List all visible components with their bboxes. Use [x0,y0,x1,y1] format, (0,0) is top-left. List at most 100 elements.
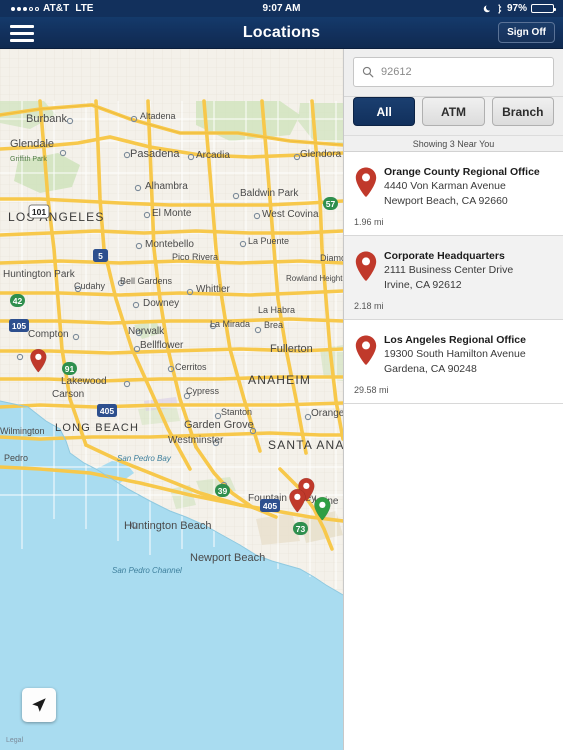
map-pin-icon [354,166,378,203]
map-city-label: Alhambra [145,181,188,192]
results-count-label: Showing 3 Near You [344,135,563,152]
filter-branch-button[interactable]: Branch [491,97,554,126]
highway-shield-73: 73 [293,522,308,535]
location-distance: 2.18 mi [354,301,384,312]
map-city-label: Lakewood [61,376,107,387]
search-input[interactable]: 92612 [353,57,554,87]
page-title: Locations [242,24,321,41]
highway-shield-405: 405 [260,499,280,512]
search-input-value: 92612 [381,66,412,78]
map-city-label: Newport Beach [190,552,265,564]
location-details: Corporate Headquarters 2111 Business Cent… [384,248,553,292]
map-city-label: Stanton [221,407,252,417]
map-pin-icon [354,250,378,287]
navigation-arrow-icon [32,698,46,712]
location-distance: 1.96 mi [354,217,384,228]
location-distance: 29.58 mi [354,385,389,396]
map-city-label: Carson [52,389,84,400]
svg-text:105: 105 [12,321,26,331]
map-city-label: Arcadia [196,150,230,161]
map-city-label: Rowland Heights [286,274,343,283]
map-city-label: La Habra [258,305,295,315]
map-city-label: Norwalk [128,326,165,337]
highway-shield-101: 101 [28,204,50,219]
filter-all-button[interactable]: All [353,97,416,126]
location-name: Corporate Headquarters [384,250,505,262]
map-city-label: Fullerton [270,343,313,355]
location-address-line2: Gardena, CA 90248 [384,362,477,375]
locations-list[interactable]: Orange County Regional Office 4440 Von Ka… [344,152,563,404]
map-city-label: San Pedro Channel [112,566,182,575]
map-city-label: Bell Gardens [120,276,173,286]
map-city-label: Cudahy [74,281,106,291]
svg-text:73: 73 [296,524,306,534]
map-city-label: Bellflower [140,340,184,351]
map-city-label: Cerritos [175,362,207,372]
map-city-label: Brea [264,320,283,330]
location-name: Los Angeles Regional Office [384,334,526,346]
location-list-item[interactable]: Los Angeles Regional Office 19300 South H… [344,320,563,404]
svg-text:91: 91 [65,364,75,374]
map-city-label: Diamond [320,253,343,263]
location-address-line1: 4440 Von Karman Avenue [384,180,506,193]
location-list-item[interactable]: Corporate Headquarters 2111 Business Cent… [344,236,563,320]
map-view[interactable]: Burbank Altadena Glendale Pasadena Arcadia Gl… [0,49,343,750]
map-city-label: Montebello [145,239,194,250]
map-city-label: Pedro [4,453,28,463]
highway-shield-105: 105 [9,319,29,332]
svg-text:101: 101 [32,207,46,217]
clock-label: 9:07 AM [262,3,301,14]
map-city-label: Glendale [10,138,54,150]
locate-me-button[interactable] [22,688,56,722]
svg-text:39: 39 [218,486,228,496]
highway-shield-5: 5 [93,249,108,262]
map-city-label: Downey [143,298,179,309]
bluetooth-icon [497,3,502,14]
highway-shield-405: 405 [97,404,117,417]
map-city-label: SANTA ANA [268,438,343,452]
location-address-line2: Irvine, CA 92612 [384,278,462,291]
map-city-label: Pico Rivera [172,252,218,262]
status-bar-right: 97% [483,3,556,14]
map-pin-icon [354,334,378,371]
map-city-label: Griffith Park [10,156,47,163]
search-section: 92612 [344,49,563,97]
map-city-label: Westminster [168,435,224,446]
navigation-bar: Locations Sign Off [0,17,563,49]
map-city-label: Glendora [300,149,342,160]
map-city-label: LOS ANGELES [8,210,105,224]
map-city-label: Huntington Park [3,269,76,280]
map-city-label: Orange [311,408,343,419]
svg-text:405: 405 [100,406,114,416]
location-details: Orange County Regional Office 4440 Von Ka… [384,164,553,208]
map-city-label: Baldwin Park [240,188,299,199]
map-city-label: San Pedro Bay [117,454,172,463]
location-list-item[interactable]: Orange County Regional Office 4440 Von Ka… [344,152,563,236]
location-name: Orange County Regional Office [384,166,540,178]
battery-icon [531,4,556,13]
highway-shield-42: 42 [10,294,25,307]
filter-atm-button[interactable]: ATM [422,97,485,126]
map-city-label: Compton [28,329,69,340]
location-details: Los Angeles Regional Office 19300 South H… [384,332,553,376]
map-canvas[interactable]: Burbank Altadena Glendale Pasadena Arcadia Gl… [0,49,343,750]
battery-percent-label: 97% [506,3,527,14]
locations-panel: 92612 All ATM Branch Showing 3 Near You … [343,49,563,750]
filter-segmented-control: All ATM Branch [344,97,563,135]
map-city-label: La Puente [248,236,289,246]
svg-text:405: 405 [263,501,277,511]
search-icon [362,66,374,78]
map-city-label: Huntington Beach [124,520,211,532]
map-city-label: West Covina [262,209,319,220]
location-address-line1: 2111 Business Center Drive [384,264,514,277]
svg-text:42: 42 [13,296,23,306]
location-address-line2: Newport Beach, CA 92660 [384,194,508,207]
map-legal-label[interactable]: Legal [6,737,23,744]
map-city-label: Whittier [196,284,231,295]
map-city-label: Burbank [26,113,67,125]
map-city-label: Altadena [140,111,176,121]
sign-off-button[interactable]: Sign Off [498,22,555,43]
map-city-label: La Mirada [210,319,250,329]
highway-shield-39: 39 [215,484,230,497]
map-city-label: Cypress [186,386,220,396]
